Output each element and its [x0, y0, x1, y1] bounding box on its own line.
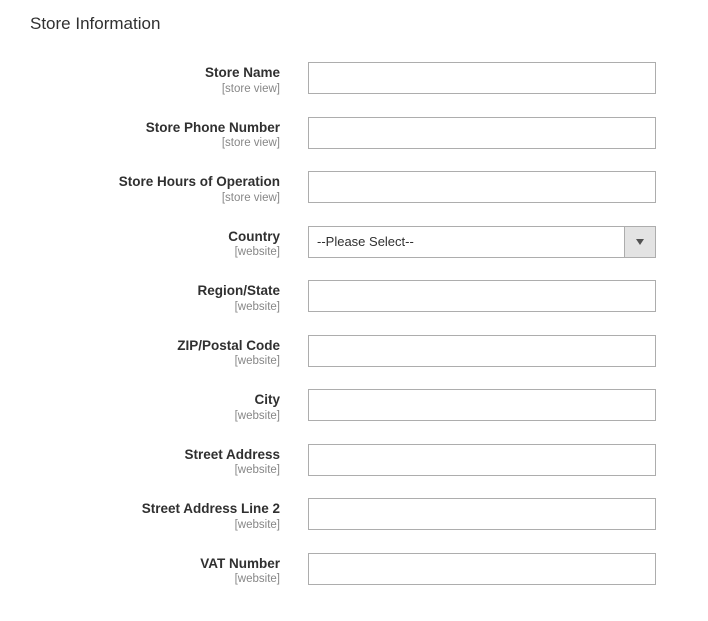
field-label: Street Address Line 2: [30, 500, 280, 518]
field-scope: [website]: [30, 355, 280, 367]
city-input[interactable]: [308, 389, 656, 421]
field-row-street2: Street Address Line 2 [website]: [30, 498, 678, 531]
field-scope: [website]: [30, 410, 280, 422]
country-select[interactable]: --Please Select--: [308, 226, 656, 258]
store-name-input[interactable]: [308, 62, 656, 94]
field-label: Country: [30, 228, 280, 246]
label-col: Country [website]: [30, 226, 308, 259]
label-col: ZIP/Postal Code [website]: [30, 335, 308, 368]
field-scope: [website]: [30, 464, 280, 476]
field-label: Store Hours of Operation: [30, 173, 280, 191]
input-col: [308, 389, 656, 421]
field-row-vat: VAT Number [website]: [30, 553, 678, 586]
field-label: Store Phone Number: [30, 119, 280, 137]
field-row-zip: ZIP/Postal Code [website]: [30, 335, 678, 368]
field-scope: [website]: [30, 246, 280, 258]
field-label: ZIP/Postal Code: [30, 337, 280, 355]
input-col: [308, 553, 656, 585]
input-col: [308, 335, 656, 367]
input-col: [308, 280, 656, 312]
street1-input[interactable]: [308, 444, 656, 476]
field-row-store-phone: Store Phone Number [store view]: [30, 117, 678, 150]
label-col: Street Address [website]: [30, 444, 308, 477]
field-label: Region/State: [30, 282, 280, 300]
store-phone-input[interactable]: [308, 117, 656, 149]
input-col: [308, 444, 656, 476]
store-hours-input[interactable]: [308, 171, 656, 203]
street2-input[interactable]: [308, 498, 656, 530]
country-select-wrapper: --Please Select--: [308, 226, 656, 258]
label-col: VAT Number [website]: [30, 553, 308, 586]
field-label: City: [30, 391, 280, 409]
field-row-country: Country [website] --Please Select--: [30, 226, 678, 259]
field-scope: [store view]: [30, 192, 280, 204]
field-label: VAT Number: [30, 555, 280, 573]
label-col: Store Name [store view]: [30, 62, 308, 95]
label-col: Region/State [website]: [30, 280, 308, 313]
field-scope: [store view]: [30, 137, 280, 149]
label-col: City [website]: [30, 389, 308, 422]
label-col: Street Address Line 2 [website]: [30, 498, 308, 531]
field-row-city: City [website]: [30, 389, 678, 422]
field-scope: [website]: [30, 573, 280, 585]
field-label: Store Name: [30, 64, 280, 82]
field-row-store-hours: Store Hours of Operation [store view]: [30, 171, 678, 204]
input-col: --Please Select--: [308, 226, 656, 258]
vat-input[interactable]: [308, 553, 656, 585]
field-scope: [website]: [30, 519, 280, 531]
section-title: Store Information: [30, 14, 678, 34]
field-row-region: Region/State [website]: [30, 280, 678, 313]
field-row-street1: Street Address [website]: [30, 444, 678, 477]
input-col: [308, 498, 656, 530]
input-col: [308, 117, 656, 149]
input-col: [308, 62, 656, 94]
field-scope: [website]: [30, 301, 280, 313]
label-col: Store Hours of Operation [store view]: [30, 171, 308, 204]
region-input[interactable]: [308, 280, 656, 312]
input-col: [308, 171, 656, 203]
label-col: Store Phone Number [store view]: [30, 117, 308, 150]
field-row-store-name: Store Name [store view]: [30, 62, 678, 95]
zip-input[interactable]: [308, 335, 656, 367]
field-label: Street Address: [30, 446, 280, 464]
field-scope: [store view]: [30, 83, 280, 95]
